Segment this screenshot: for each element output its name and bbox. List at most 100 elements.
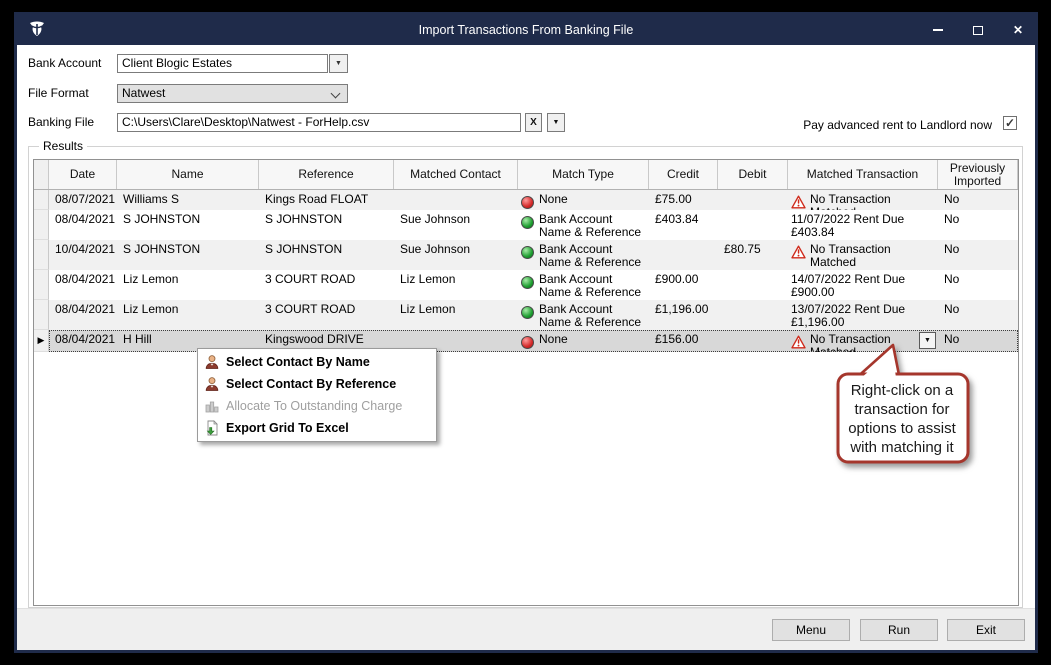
file-format-select[interactable]: Natwest [117, 84, 348, 103]
match-status-green-icon [521, 246, 534, 259]
row-selector-cell [34, 300, 49, 330]
cell-date: 08/07/2021 [49, 190, 117, 210]
cell-match-type: Bank Account Name & Reference [518, 300, 649, 330]
results-group-label: Results [39, 139, 87, 153]
column-header-reference[interactable]: Reference [259, 160, 394, 189]
bank-account-combobox[interactable]: Client Blogic Estates [117, 54, 328, 73]
menu-item-allocate-to-outstanding-charge: Allocate To Outstanding Charge [198, 395, 436, 417]
minimize-button[interactable] [931, 23, 945, 37]
close-button[interactable]: ✕ [1011, 23, 1025, 37]
cell-credit [649, 240, 718, 270]
table-row[interactable]: 08/04/2021S JOHNSTONS JOHNSTONSue Johnso… [34, 210, 1018, 240]
menu-button[interactable]: Menu [772, 619, 850, 641]
cell-matched-transaction: 14/07/2022 Rent Due £900.00 [788, 270, 938, 300]
column-header-previously-imported[interactable]: Previously Imported [938, 160, 1018, 189]
cell-reference: Kings Road FLOAT [259, 190, 394, 210]
window-controls: ✕ [931, 15, 1025, 45]
match-type-text: Bank Account Name & Reference [539, 273, 643, 300]
cell-previously-imported: No [938, 270, 1018, 300]
row-selector-cell: ▶ [34, 330, 49, 352]
bank-account-label: Bank Account [28, 54, 101, 73]
cell-matched-contact [394, 190, 518, 210]
cell-matched-contact: Liz Lemon [394, 300, 518, 330]
run-button[interactable]: Run [860, 619, 938, 641]
table-row[interactable]: 10/04/2021S JOHNSTONS JOHNSTONSue Johnso… [34, 240, 1018, 270]
table-row[interactable]: 08/07/2021Williams SKings Road FLOATNone… [34, 190, 1018, 210]
cell-name: Liz Lemon [117, 300, 259, 330]
chevron-down-icon: ▼ [335, 60, 342, 67]
cell-date: 08/04/2021 [49, 210, 117, 240]
contact-icon [198, 376, 226, 392]
file-format-label: File Format [28, 84, 89, 103]
menu-item-label: Select Contact By Reference [226, 377, 396, 391]
match-type-text: Bank Account Name & Reference [539, 213, 643, 240]
cell-matched-contact: Sue Johnson [394, 240, 518, 270]
menu-item-label: Export Grid To Excel [226, 421, 349, 435]
cell-match-type: Bank Account Name & Reference [518, 210, 649, 240]
footer-bar: Menu Run Exit [17, 608, 1035, 650]
cell-reference: 3 COURT ROAD [259, 270, 394, 300]
cell-matched-transaction: No Transaction Matched [788, 190, 938, 210]
match-type-text: None [539, 193, 643, 210]
cell-debit [718, 330, 788, 352]
match-status-green-icon [521, 306, 534, 319]
bank-account-dropdown-button[interactable]: ▼ [329, 54, 348, 73]
banking-file-input[interactable]: C:\Users\Clare\Desktop\Natwest - ForHelp… [117, 113, 521, 132]
cell-date: 08/04/2021 [49, 330, 117, 352]
context-menu: Select Contact By Name Select Contact By … [197, 348, 437, 442]
cell-matched-transaction: 13/07/2022 Rent Due £1,196.00 [788, 300, 938, 330]
cell-credit: £75.00 [649, 190, 718, 210]
cell-reference: S JOHNSTON [259, 210, 394, 240]
cell-matched-contact: Sue Johnson [394, 210, 518, 240]
cell-credit: £1,196.00 [649, 300, 718, 330]
column-header-credit[interactable]: Credit [649, 160, 718, 189]
cell-debit [718, 190, 788, 210]
cell-name: S JOHNSTON [117, 240, 259, 270]
matched-transaction-text: 11/07/2022 Rent Due £403.84 [791, 213, 936, 240]
cell-matched-transaction: 11/07/2022 Rent Due £403.84 [788, 210, 938, 240]
charge-icon [198, 398, 226, 414]
cell-match-type: None [518, 330, 649, 352]
cell-matched-transaction: No Transaction Matched [788, 240, 938, 270]
menu-item-export-grid-to-excel[interactable]: Export Grid To Excel [198, 417, 436, 439]
cell-credit: £156.00 [649, 330, 718, 352]
check-icon: ✓ [1005, 118, 1015, 128]
menu-item-select-contact-by-name[interactable]: Select Contact By Name [198, 351, 436, 373]
cell-credit: £403.84 [649, 210, 718, 240]
cell-match-type: Bank Account Name & Reference [518, 270, 649, 300]
clear-file-button[interactable]: X [525, 113, 542, 132]
match-status-red-icon [521, 336, 534, 349]
cell-match-type: None [518, 190, 649, 210]
cell-credit: £900.00 [649, 270, 718, 300]
callout-text: Right-click on a transaction for options… [840, 378, 964, 460]
match-status-green-icon [521, 276, 534, 289]
exit-button[interactable]: Exit [947, 619, 1025, 641]
table-row[interactable]: 08/04/2021Liz Lemon3 COURT ROADLiz Lemon… [34, 300, 1018, 330]
table-row[interactable]: 08/04/2021Liz Lemon3 COURT ROADLiz Lemon… [34, 270, 1018, 300]
maximize-button[interactable] [971, 23, 985, 37]
row-selector-cell [34, 210, 49, 240]
window-title: Import Transactions From Banking File [17, 15, 1035, 45]
cell-matched-contact: Liz Lemon [394, 270, 518, 300]
row-selector-cell [34, 190, 49, 210]
matched-transaction-text: No Transaction Matched [810, 243, 936, 270]
chevron-down-icon [331, 89, 341, 99]
pay-advanced-rent-checkbox[interactable]: ✓ [1003, 116, 1017, 130]
cell-reference: 3 COURT ROAD [259, 300, 394, 330]
column-header-matched-transaction[interactable]: Matched Transaction [788, 160, 938, 189]
column-header-name[interactable]: Name [117, 160, 259, 189]
export-icon [198, 420, 226, 436]
cell-debit [718, 300, 788, 330]
banking-file-label: Banking File [28, 113, 94, 132]
column-header-match-type[interactable]: Match Type [518, 160, 649, 189]
menu-item-select-contact-by-reference[interactable]: Select Contact By Reference [198, 373, 436, 395]
column-header-date[interactable]: Date [49, 160, 117, 189]
cell-debit [718, 270, 788, 300]
browse-file-dropdown-button[interactable]: ▼ [547, 113, 565, 132]
cell-date: 08/04/2021 [49, 270, 117, 300]
column-header-matched-contact[interactable]: Matched Contact [394, 160, 518, 189]
import-transactions-window: Import Transactions From Banking File ✕ … [14, 12, 1038, 653]
column-header-debit[interactable]: Debit [718, 160, 788, 189]
titlebar[interactable]: Import Transactions From Banking File ✕ [17, 15, 1035, 45]
cell-reference: S JOHNSTON [259, 240, 394, 270]
